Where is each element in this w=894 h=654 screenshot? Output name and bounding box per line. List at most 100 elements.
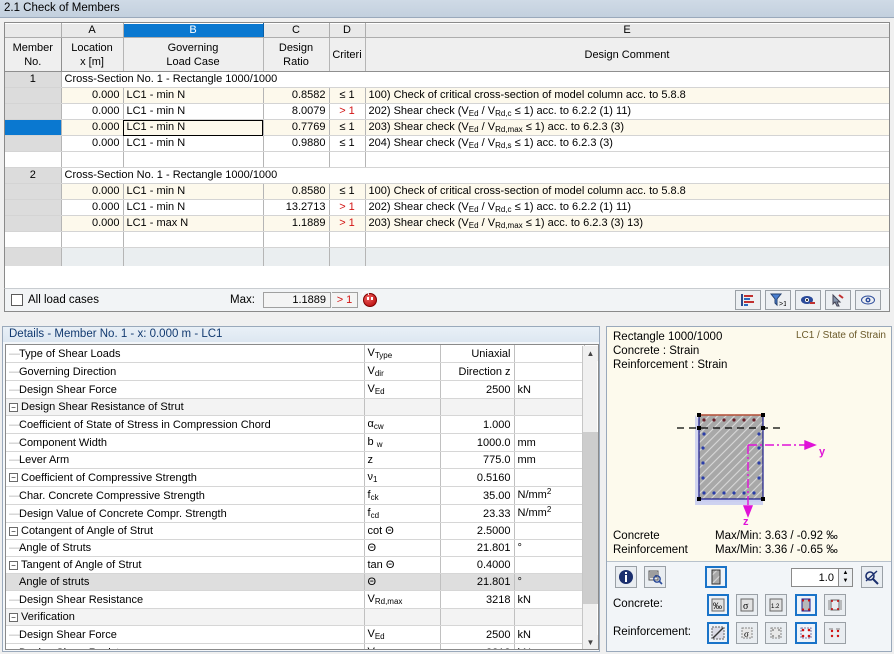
criterion-cell[interactable]: ≤ 1 xyxy=(329,135,366,152)
scale-up-icon[interactable]: ▲ xyxy=(839,569,852,578)
scale-down-icon[interactable]: ▼ xyxy=(839,577,852,586)
table-row[interactable]: 0.000 LC1 - min N 13.2713 > 1 202) Shear che… xyxy=(5,199,889,216)
details-row[interactable]: —Design Shear Force VEd 2500 kN xyxy=(6,380,585,399)
location-cell[interactable]: 0.000 xyxy=(61,135,124,152)
rebar-sigma-icon[interactable]: σ xyxy=(736,622,759,644)
load-case-cell[interactable]: LC1 - min N xyxy=(123,199,264,216)
rebar-values-icon[interactable] xyxy=(765,622,788,644)
load-case-cell[interactable]: LC1 - min N xyxy=(123,87,264,104)
load-case-cell[interactable]: LC1 - min N xyxy=(123,119,264,136)
details-value-cell[interactable]: 3218 xyxy=(440,590,515,609)
details-value-cell[interactable]: 2500 xyxy=(440,625,515,644)
design-comment-cell[interactable]: 204) Shear check (VEd / VRd,s ≤ 1) acc. … xyxy=(365,135,889,152)
details-value-cell[interactable]: Uniaxial xyxy=(440,345,515,363)
criterion-cell[interactable]: > 1 xyxy=(329,103,366,120)
info-icon[interactable] xyxy=(615,566,637,588)
empty-cell[interactable] xyxy=(329,231,366,248)
sigma-icon[interactable]: σ xyxy=(736,594,759,616)
criterion-cell[interactable]: > 1 xyxy=(329,199,366,216)
design-comment-cell[interactable]: 202) Shear check (VEd / VRd,c ≤ 1) acc. … xyxy=(365,199,889,216)
design-comment-cell[interactable]: 203) Shear check (VEd / VRd,max ≤ 1) acc… xyxy=(365,215,889,232)
scale-stepper[interactable]: ▲ ▼ xyxy=(838,567,853,587)
table-row[interactable]: 0.000 LC1 - min N 0.8582 ≤ 1 100) Check of c… xyxy=(5,87,889,104)
details-row[interactable]: − Verification xyxy=(6,608,585,626)
design-comment-cell[interactable]: 100) Check of critical cross-section of … xyxy=(365,183,889,200)
column-header-e[interactable]: E xyxy=(365,23,889,38)
location-cell[interactable]: 0.000 xyxy=(61,103,124,120)
row-selector-cell[interactable] xyxy=(5,199,62,216)
member-no-cell[interactable]: 1 xyxy=(5,71,62,88)
filter-gt1-icon[interactable]: >1 xyxy=(765,290,791,310)
details-row[interactable]: —Design Value of Concrete Compr. Strengt… xyxy=(6,504,585,523)
design-comment-cell[interactable]: 202) Shear check (VEd / VRd,c ≤ 1) acc. … xyxy=(365,103,889,120)
column-header-c[interactable]: C xyxy=(263,23,330,38)
tree-collapse-icon[interactable]: − xyxy=(9,473,18,483)
details-row[interactable]: —Governing Direction Vdir Direction z xyxy=(6,362,585,381)
details-row[interactable]: Angle of struts Θ 21.801 ° xyxy=(6,573,585,591)
row-selector-cell[interactable] xyxy=(5,151,62,168)
details-value-cell[interactable]: 21.801 xyxy=(440,573,515,591)
pick-arrow-icon[interactable] xyxy=(825,290,851,310)
row-selector-cell[interactable] xyxy=(5,215,62,232)
table-row[interactable]: 0.000 LC1 - max N 1.1889 > 1 203) Shear chec… xyxy=(5,215,889,232)
details-row[interactable]: —Type of Shear Loads VType Uniaxial xyxy=(6,345,585,363)
crossed-magnifier-icon[interactable] xyxy=(861,566,883,588)
column-header-d[interactable]: D xyxy=(329,23,366,38)
tree-collapse-icon[interactable]: − xyxy=(9,526,18,536)
empty-cell[interactable] xyxy=(61,231,124,248)
row-selector-cell[interactable] xyxy=(5,87,62,104)
permille-icon[interactable]: ‰ xyxy=(707,594,729,616)
section-outline-icon[interactable] xyxy=(794,594,817,616)
details-row[interactable]: —Angle of Struts Θ 21.801 ° xyxy=(6,539,585,557)
design-ratio-cell[interactable]: 0.7769 xyxy=(263,119,330,136)
details-table-container[interactable]: —Type of Shear Loads VType Uniaxial —Govern… xyxy=(5,344,599,650)
hatched-section-icon[interactable] xyxy=(705,566,727,588)
design-ratio-cell[interactable]: 1.1889 xyxy=(263,215,330,232)
design-ratio-cell[interactable]: 8.0079 xyxy=(263,103,330,120)
scale-input[interactable]: 1.0 xyxy=(790,567,839,587)
details-value-cell[interactable]: 23.33 xyxy=(440,504,515,523)
details-value-cell[interactable]: 2500 xyxy=(440,380,515,399)
details-row[interactable]: —Design Shear ResistanceVRd,max3218kN xyxy=(6,590,585,609)
load-case-cell[interactable]: LC1 - min N xyxy=(123,183,264,200)
details-value-cell[interactable] xyxy=(440,608,515,626)
row-selector-cell[interactable] xyxy=(5,135,62,152)
tree-collapse-icon[interactable]: − xyxy=(9,612,18,622)
details-value-cell[interactable]: Direction z xyxy=(440,362,515,381)
scrollbar-thumb[interactable] xyxy=(583,432,598,604)
table-row[interactable]: 0.000 LC1 - min N 8.0079 > 1 202) Shear chec… xyxy=(5,103,889,120)
details-row[interactable]: —Component Width b w 1000.0 mm xyxy=(6,433,585,452)
empty-cell[interactable] xyxy=(263,151,330,168)
design-comment-cell[interactable]: 100) Check of critical cross-section of … xyxy=(365,87,889,104)
details-value-cell[interactable]: 21.801 xyxy=(440,539,515,557)
empty-cell[interactable] xyxy=(365,151,889,168)
criterion-cell[interactable]: > 1 xyxy=(329,215,366,232)
table-row[interactable]: 2 Cross-Section No. 1 - Rectangle 1000/10… xyxy=(5,167,889,184)
location-cell[interactable]: 0.000 xyxy=(61,215,124,232)
row-selector-cell[interactable] xyxy=(5,103,62,120)
empty-cell[interactable] xyxy=(365,231,889,248)
details-row[interactable]: —Char. Concrete Compressive Strength fck 3… xyxy=(6,486,585,505)
details-value-cell[interactable]: 0.4000 xyxy=(440,556,515,574)
rebar-dims-icon[interactable]: xx xx xyxy=(823,622,846,644)
design-ratio-cell[interactable]: 13.2713 xyxy=(263,199,330,216)
scroll-down-icon[interactable]: ▼ xyxy=(583,635,598,649)
details-value-cell[interactable]: 1.000 xyxy=(440,415,515,434)
empty-cell[interactable] xyxy=(263,231,330,248)
empty-cell[interactable] xyxy=(61,151,124,168)
details-value-cell[interactable]: 35.00 xyxy=(440,486,515,505)
eye-paint-icon[interactable] xyxy=(795,290,821,310)
row-selector-cell[interactable] xyxy=(5,183,62,200)
details-row[interactable]: —Design Shear Force VEd 2500 kN xyxy=(6,625,585,644)
criterion-cell[interactable]: ≤ 1 xyxy=(329,183,366,200)
tree-collapse-icon[interactable]: − xyxy=(9,402,18,412)
bar-chart-icon[interactable] xyxy=(735,290,761,310)
location-cell[interactable]: 0.000 xyxy=(61,87,124,104)
results-table-container[interactable]: A B C D E Member No. Location x [m] Gove… xyxy=(4,22,890,312)
row-selector-cell[interactable] xyxy=(5,119,62,136)
details-scrollbar[interactable]: ▲ ▼ xyxy=(582,346,598,649)
column-header-a[interactable]: A xyxy=(61,23,124,38)
row-selector-cell[interactable] xyxy=(5,231,62,248)
location-cell[interactable]: 0.000 xyxy=(61,183,124,200)
criterion-cell[interactable]: ≤ 1 xyxy=(329,119,366,136)
